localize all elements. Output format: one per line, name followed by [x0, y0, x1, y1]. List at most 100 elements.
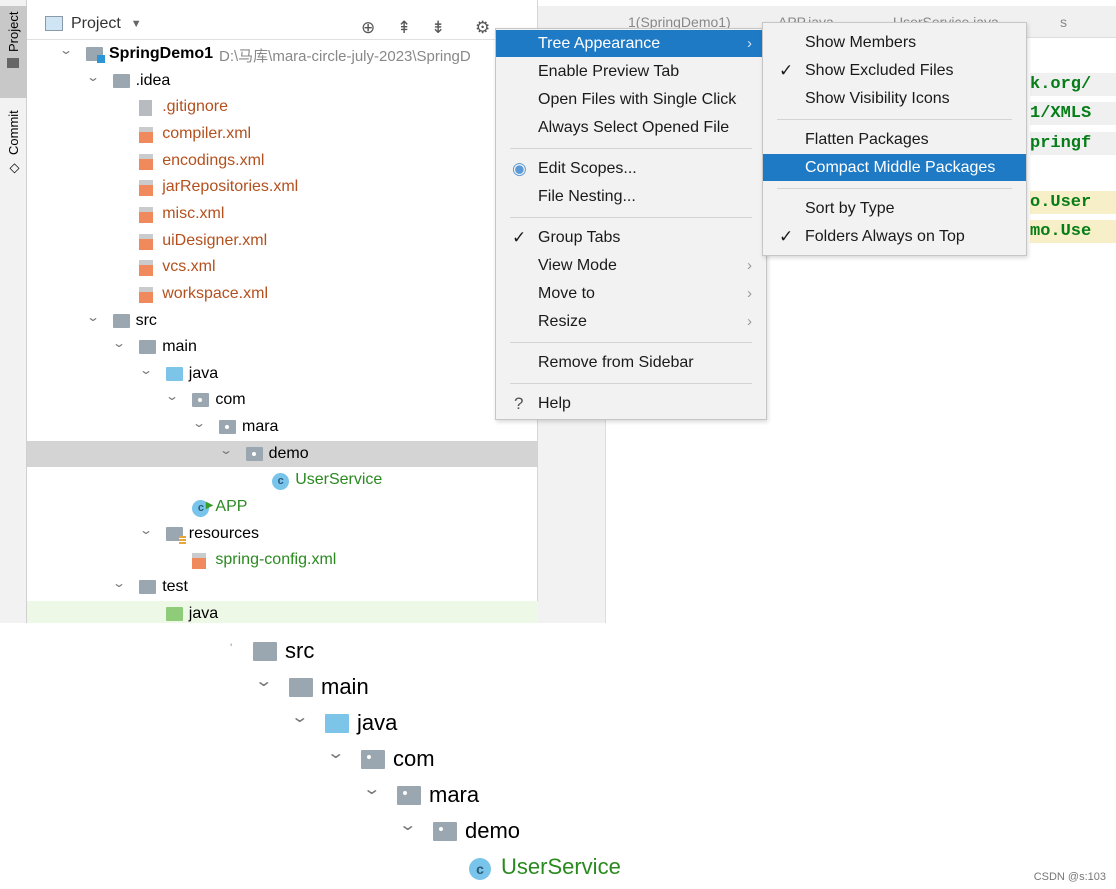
tree-appearance-submenu: Show Members ✓ Show Excluded Files Show Vis… — [762, 22, 1027, 256]
code-fragment: o.User — [1030, 191, 1116, 214]
tree-node[interactable]: ⌄ SpringDemo1 D:\马库\mara-circle-july-2023\… — [27, 41, 538, 67]
checkmark-icon: ✓ — [512, 227, 527, 247]
tree-node[interactable]: .gitignore — [27, 94, 538, 120]
menu-separator — [510, 383, 752, 384]
expand-all-icon[interactable]: ⇞ — [397, 18, 411, 38]
chevron-down-icon: ⌄ — [362, 781, 382, 798]
gear-icon[interactable]: ⚙ — [475, 18, 490, 38]
tree-node[interactable]: vcs.xml — [27, 254, 538, 280]
watermark: CSDN @s:103 — [1033, 871, 1106, 883]
zoomed-tree-view: ' src ⌄ main ⌄ java ⌄ com ⌄ mara ⌄ demo c UserServic… — [0, 623, 1116, 889]
tree-node[interactable]: ⌄ java — [27, 361, 538, 387]
tree-node[interactable]: misc.xml — [27, 201, 538, 227]
menu-item-show-visibility-icons[interactable]: Show Visibility Icons — [763, 85, 1026, 112]
menu-item-label: Show Excluded Files — [805, 61, 954, 79]
menu-item-label: File Nesting... — [538, 187, 636, 205]
zoomed-tree-node: ⌄ main — [0, 669, 700, 705]
tree-node[interactable]: workspace.xml — [27, 281, 538, 307]
menu-item-flatten-packages[interactable]: Flatten Packages — [763, 126, 1026, 153]
chevron-down-icon[interactable]: ⌄ — [112, 576, 126, 590]
zoomed-tree-node: ⌄ demo — [0, 813, 700, 849]
project-view-icon — [45, 16, 63, 31]
tree-node[interactable]: uiDesigner.xml — [27, 228, 538, 254]
tree-node[interactable]: jarRepositories.xml — [27, 174, 538, 200]
tree-node-label: APP — [215, 498, 248, 516]
chevron-right-icon: › — [747, 313, 752, 330]
tree-node-label: demo — [268, 444, 309, 462]
menu-item-folders-always-on-top[interactable]: ✓ Folders Always on Top — [763, 223, 1026, 250]
menu-item-label: Compact Middle Packages — [805, 158, 996, 176]
chevron-down-icon[interactable]: ⌄ — [219, 443, 233, 457]
editor-tab[interactable]: s — [1060, 14, 1067, 30]
tree-node-label: mara — [242, 418, 279, 436]
chevron-right-icon: › — [747, 257, 752, 274]
menu-item-label: Remove from Sidebar — [538, 353, 694, 371]
chevron-down-icon[interactable]: ⌄ — [139, 523, 153, 537]
menu-item-edit-scopes[interactable]: ◉ Edit Scopes... — [496, 155, 766, 182]
tree-node[interactable]: ⌄ resources — [27, 521, 538, 547]
zoomed-tree-node: ⌄ java — [0, 705, 700, 741]
tree-node[interactable]: ⌄ test — [27, 574, 538, 600]
zoomed-tree-node: ⌄ com — [0, 741, 700, 777]
menu-item-open-files-with-single-click[interactable]: Open Files with Single Click — [496, 86, 766, 113]
tree-node-label: src — [135, 311, 157, 329]
tree-node-label: vcs.xml — [162, 258, 216, 276]
tree-node[interactable]: ⌄ .idea — [27, 68, 538, 94]
menu-item-remove-from-sidebar[interactable]: Remove from Sidebar — [496, 349, 766, 376]
menu-item-help[interactable]: ? Help — [496, 390, 766, 417]
menu-item-view-mode[interactable]: View Mode › — [496, 252, 766, 279]
menu-item-tree-appearance[interactable]: Tree Appearance › — [496, 30, 766, 57]
tree-node[interactable]: ⌄ com — [27, 387, 538, 413]
chevron-down-icon: ⌄ — [290, 709, 310, 726]
test-folder-icon — [165, 606, 183, 621]
tree-node[interactable]: java — [27, 600, 538, 623]
folder-icon — [253, 642, 277, 661]
chevron-down-icon[interactable]: ⌄ — [86, 70, 100, 84]
menu-item-enable-preview-tab[interactable]: Enable Preview Tab — [496, 58, 766, 85]
chevron-down-icon[interactable]: ⌄ — [165, 389, 179, 403]
tree-node[interactable]: ⌄ main — [27, 334, 538, 360]
tree-node[interactable]: ⌄ mara — [27, 414, 538, 440]
source-folder-icon — [325, 714, 349, 733]
menu-item-group-tabs[interactable]: ✓ Group Tabs — [496, 224, 766, 251]
tree-node[interactable]: encodings.xml — [27, 148, 538, 174]
zoomed-tree-label: mara — [429, 782, 480, 807]
tree-node[interactable]: spring-config.xml — [27, 547, 538, 573]
menu-separator — [777, 188, 1012, 189]
module-badge-icon — [97, 55, 105, 63]
chevron-down-icon[interactable]: ⌄ — [139, 363, 153, 377]
menu-item-resize[interactable]: Resize › — [496, 308, 766, 335]
tree-node[interactable]: compiler.xml — [27, 121, 538, 147]
tree-node-label: java — [188, 364, 219, 382]
menu-item-show-excluded-files[interactable]: ✓ Show Excluded Files — [763, 57, 1026, 84]
ide-screenshot: Project ◇ Commit Project ▼ ⊕ ⇞ ⇟ ⚙ ⌄ Sprin… — [0, 0, 1116, 623]
menu-item-sort-by-type[interactable]: Sort by Type — [763, 195, 1026, 222]
tree-node[interactable]: ⌄ src — [27, 308, 538, 334]
chevron-down-icon[interactable]: ⌄ — [59, 43, 73, 57]
tree-node[interactable]: ⌄ demo — [27, 440, 538, 467]
sidebar-tab-commit[interactable]: ◇ Commit — [0, 104, 27, 190]
chevron-down-icon[interactable]: ⌄ — [86, 310, 100, 324]
package-icon — [192, 393, 210, 408]
tree-node[interactable]: c ▶ APP — [27, 494, 538, 520]
locate-icon[interactable]: ⊕ — [361, 18, 375, 38]
chevron-down-icon[interactable]: ⌄ — [112, 336, 126, 350]
chevron-down-icon[interactable]: ▼ — [131, 18, 142, 30]
project-view-dropdown[interactable]: Project — [71, 15, 121, 33]
menu-item-file-nesting[interactable]: File Nesting... — [496, 183, 766, 210]
ignored-file-icon — [139, 100, 153, 117]
chevron-down-icon[interactable]: ⌄ — [192, 416, 206, 430]
menu-item-show-members[interactable]: Show Members — [763, 29, 1026, 56]
resources-badge-icon — [178, 535, 186, 544]
menu-item-move-to[interactable]: Move to › — [496, 280, 766, 307]
tree-node[interactable]: c UserService — [27, 467, 538, 493]
menu-item-always-select-opened-file[interactable]: Always Select Opened File — [496, 114, 766, 141]
tree-node-label: java — [188, 604, 219, 622]
collapse-all-icon[interactable]: ⇟ — [431, 18, 445, 38]
sidebar-tab-project[interactable]: Project — [0, 6, 27, 98]
menu-item-compact-middle-packages[interactable]: Compact Middle Packages — [763, 154, 1026, 181]
source-folder-icon — [165, 366, 183, 381]
menu-item-label: Flatten Packages — [805, 130, 929, 148]
project-panel-header: Project ▼ ⊕ ⇞ ⇟ ⚙ — [27, 8, 538, 40]
xml-file-icon — [139, 206, 154, 223]
